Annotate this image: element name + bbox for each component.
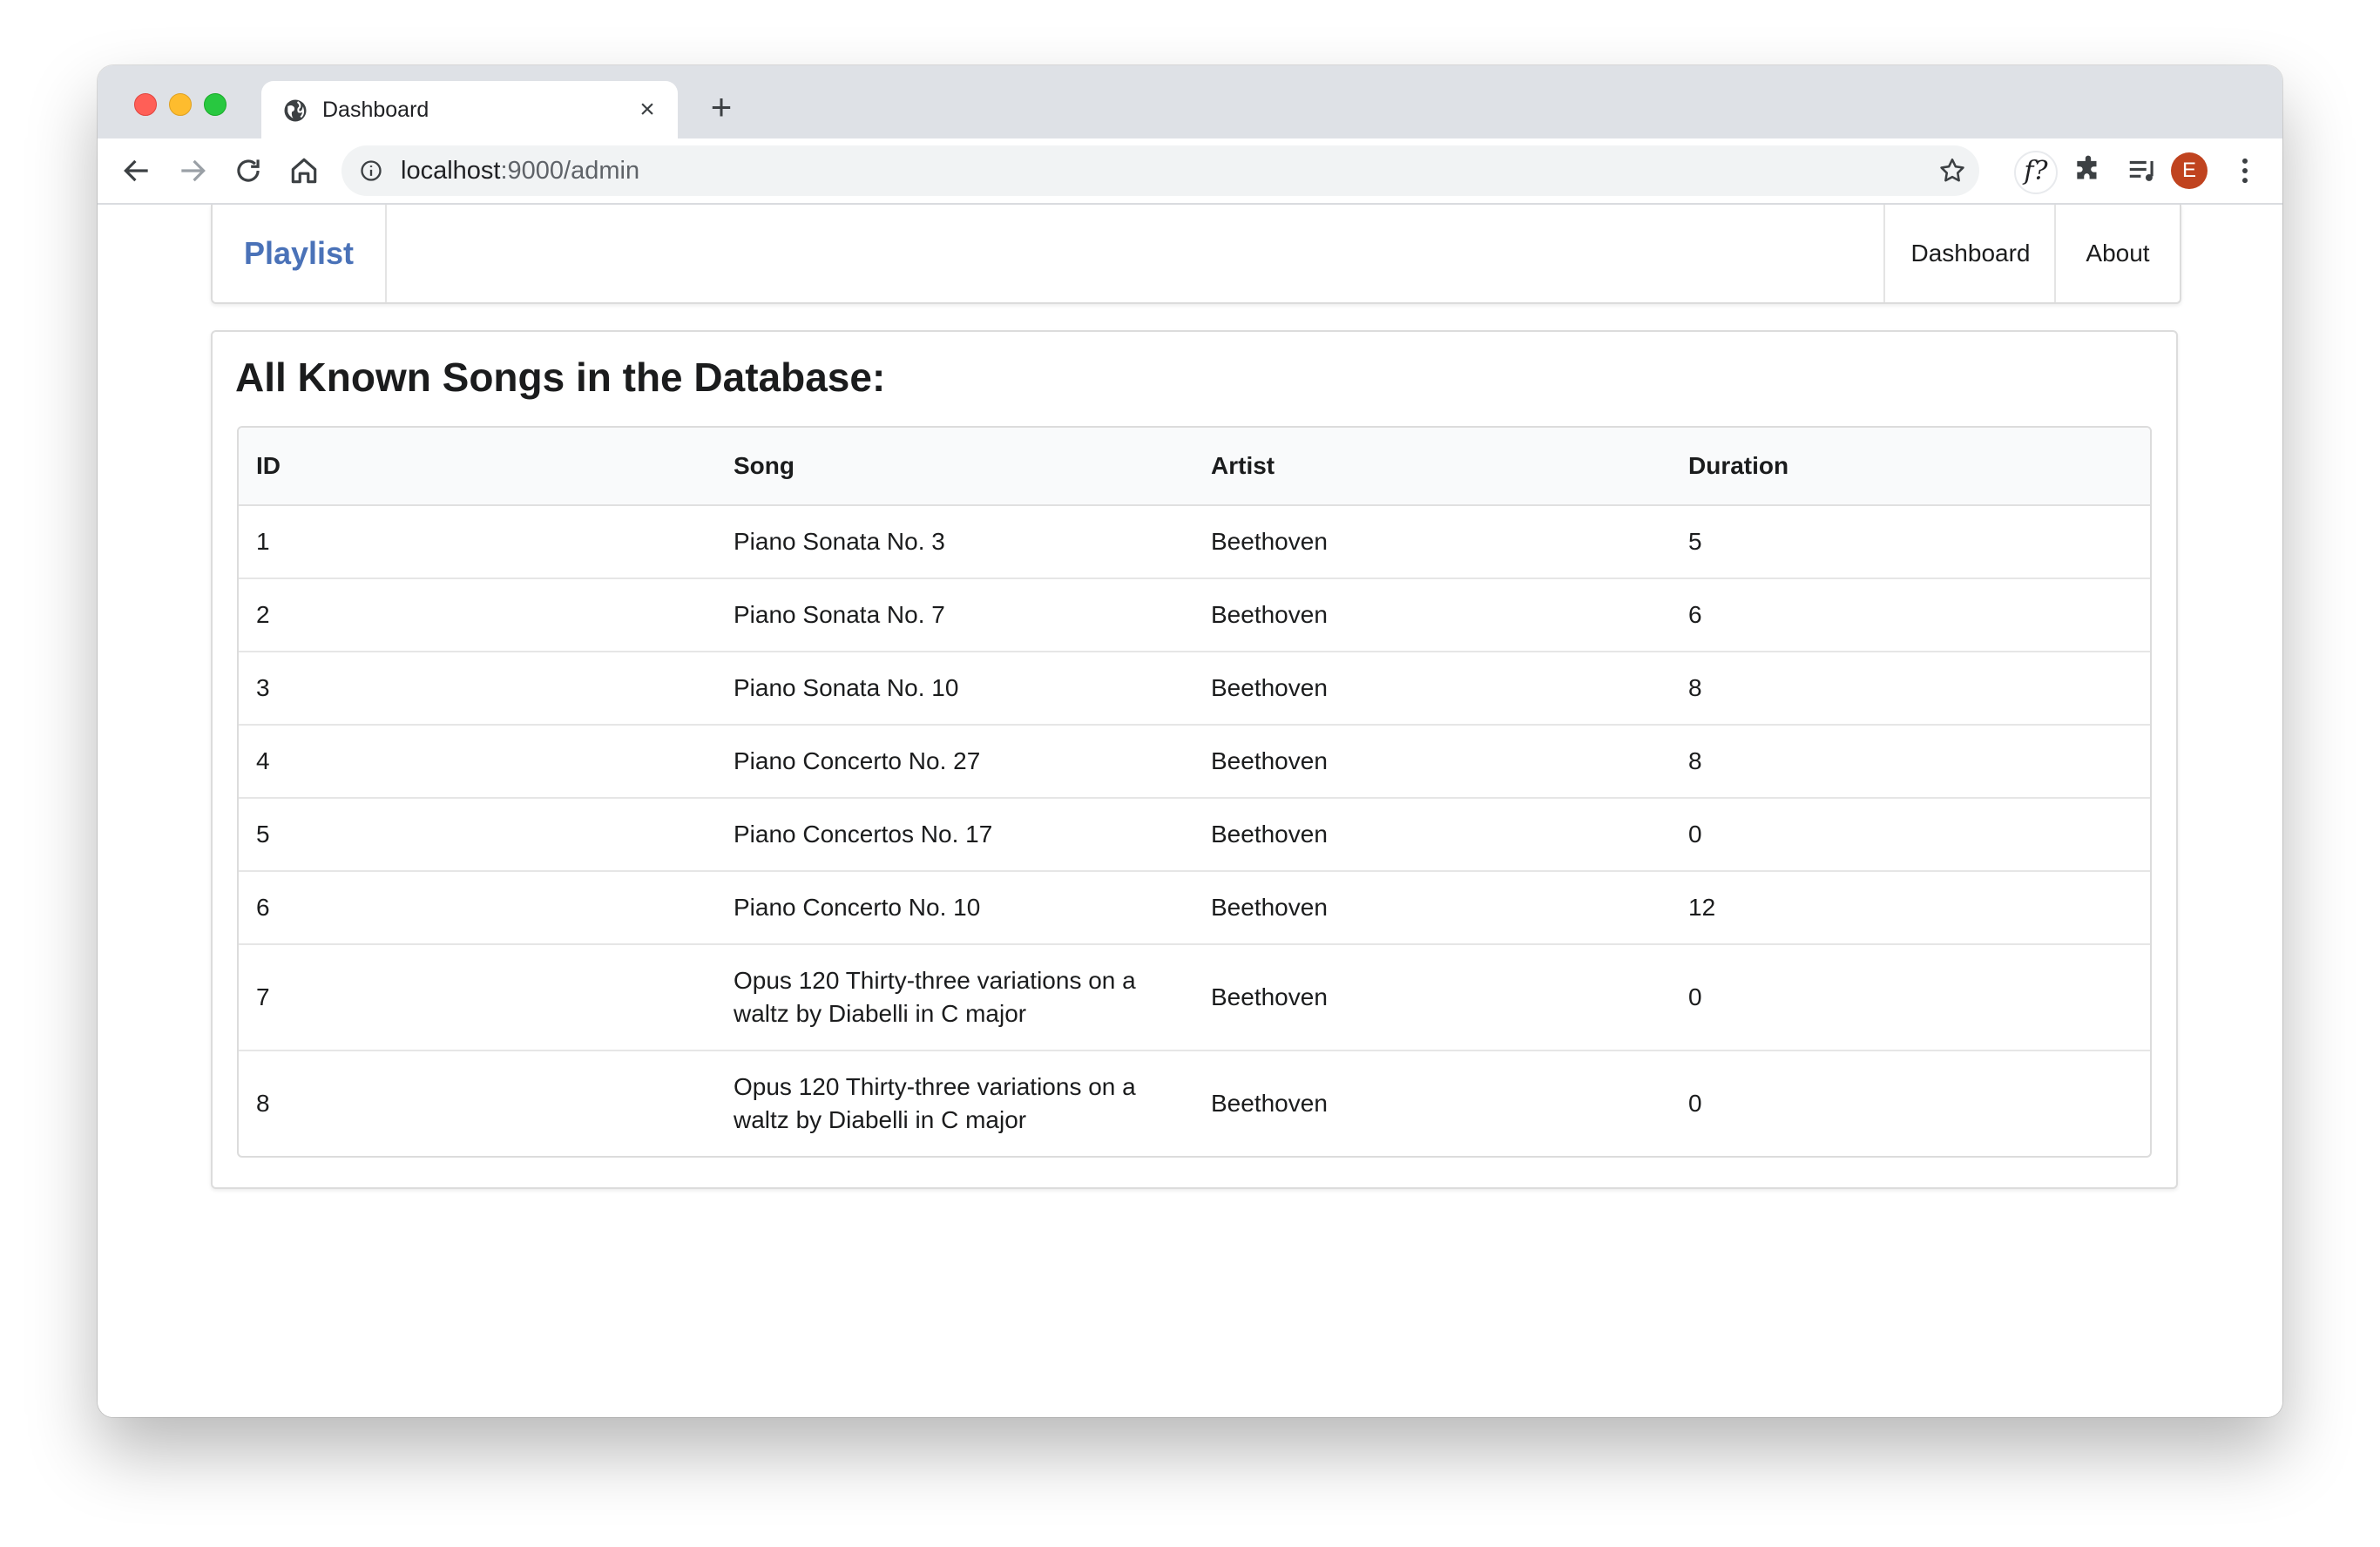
nav-item-dashboard[interactable]: Dashboard <box>1883 205 2056 302</box>
star-icon[interactable] <box>1937 156 1967 186</box>
cell-song: Opus 120 Thirty-three variations on a wa… <box>734 1073 1136 1133</box>
minimize-window-button[interactable] <box>169 93 192 116</box>
new-tab-button[interactable]: + <box>704 89 739 125</box>
info-icon[interactable] <box>359 159 383 183</box>
nav-item-about[interactable]: About <box>2054 205 2180 302</box>
column-header-artist: Artist <box>1193 428 1671 506</box>
url-path: :9000/admin <box>500 157 640 185</box>
kebab-menu-icon[interactable] <box>2228 154 2262 187</box>
page-title: All Known Songs in the Database: <box>235 355 886 400</box>
songs-card: All Known Songs in the Database: ID Song… <box>211 330 2178 1189</box>
cell-song: Piano Concerto No. 10 <box>716 871 1193 945</box>
cell-song: Piano Sonata No. 7 <box>716 578 1193 652</box>
cell-id: 5 <box>239 798 716 872</box>
browser-toolbar: localhost:9000/admin f? E <box>98 138 2282 205</box>
url-text: localhost:9000/admin <box>401 157 639 185</box>
table-row: 2 Piano Sonata No. 7 Beethoven 6 <box>239 578 2150 652</box>
table-row: 6 Piano Concerto No. 10 Beethoven 12 <box>239 871 2150 945</box>
puzzle-icon[interactable] <box>2072 154 2105 187</box>
cell-song: Opus 120 Thirty-three variations on a wa… <box>716 944 1193 1051</box>
arrow-left-icon[interactable] <box>120 154 153 187</box>
cell-artist: Beethoven <box>1193 505 1671 579</box>
cell-duration: 12 <box>1671 871 2150 945</box>
table-row: 7 Opus 120 Thirty-three variations on a … <box>239 944 2150 1051</box>
page-content: Playlist Dashboard About All Known Songs… <box>98 205 2282 1417</box>
cell-song: Piano Concerto No. 27 <box>716 725 1193 799</box>
reload-icon[interactable] <box>232 154 265 187</box>
zoom-window-button[interactable] <box>204 93 227 116</box>
cell-id: 1 <box>239 505 716 579</box>
table-row: 3 Piano Sonata No. 10 Beethoven 8 <box>239 652 2150 726</box>
tab-dashboard[interactable]: Dashboard × <box>261 81 678 138</box>
avatar[interactable]: E <box>2171 152 2208 189</box>
cell-id: 2 <box>239 578 716 652</box>
table-row: 8 Opus 120 Thirty-three variations on a … <box>239 1050 2150 1156</box>
column-header-duration: Duration <box>1671 428 2150 506</box>
table-row: 1 Piano Sonata No. 3 Beethoven 5 <box>239 505 2150 579</box>
globe-icon <box>284 99 307 122</box>
songs-table: ID Song Artist Duration 1 Piano Sonata N… <box>237 426 2152 1158</box>
cell-artist: Beethoven <box>1193 725 1671 799</box>
cell-duration: 8 <box>1671 652 2150 726</box>
cell-duration: 5 <box>1671 505 2150 579</box>
cell-id: 4 <box>239 725 716 799</box>
cell-id: 7 <box>239 944 716 1051</box>
close-tab-icon[interactable]: × <box>634 97 660 123</box>
table-row: 5 Piano Concertos No. 17 Beethoven 0 <box>239 798 2150 872</box>
tab-title: Dashboard <box>322 98 429 122</box>
cell-artist: Beethoven <box>1193 578 1671 652</box>
cell-artist: Beethoven <box>1193 652 1671 726</box>
column-header-song: Song <box>716 428 1193 506</box>
cell-id: 8 <box>256 1090 270 1117</box>
cell-artist: Beethoven <box>1211 1090 1328 1117</box>
address-bar[interactable]: localhost:9000/admin <box>341 145 1979 196</box>
cell-artist: Beethoven <box>1193 944 1671 1051</box>
navbar: Playlist Dashboard About <box>211 205 2181 304</box>
cell-duration: 8 <box>1671 725 2150 799</box>
cell-song: Piano Sonata No. 10 <box>716 652 1193 726</box>
cell-artist: Beethoven <box>1193 798 1671 872</box>
extension-f-button[interactable]: f? <box>2014 151 2058 194</box>
cell-song: Piano Concertos No. 17 <box>716 798 1193 872</box>
browser-window: Dashboard × + localhost:9000/admin f? E … <box>98 65 2282 1417</box>
cell-duration: 0 <box>1688 1090 1702 1117</box>
media-queue-icon[interactable] <box>2126 154 2159 187</box>
column-header-id: ID <box>239 428 716 506</box>
cell-duration: 0 <box>1671 798 2150 872</box>
cell-duration: 0 <box>1671 944 2150 1051</box>
table-header-row: ID Song Artist Duration <box>239 428 2150 506</box>
cell-artist: Beethoven <box>1193 871 1671 945</box>
cell-song: Piano Sonata No. 3 <box>716 505 1193 579</box>
cell-duration: 6 <box>1671 578 2150 652</box>
url-host: localhost <box>401 157 501 185</box>
arrow-right-icon[interactable] <box>176 154 209 187</box>
tab-strip: Dashboard × + <box>98 65 2282 138</box>
brand-link[interactable]: Playlist <box>213 205 387 302</box>
close-window-button[interactable] <box>134 93 157 116</box>
home-icon[interactable] <box>287 154 321 187</box>
cell-id: 3 <box>239 652 716 726</box>
cell-id: 6 <box>239 871 716 945</box>
table-row: 4 Piano Concerto No. 27 Beethoven 8 <box>239 725 2150 799</box>
